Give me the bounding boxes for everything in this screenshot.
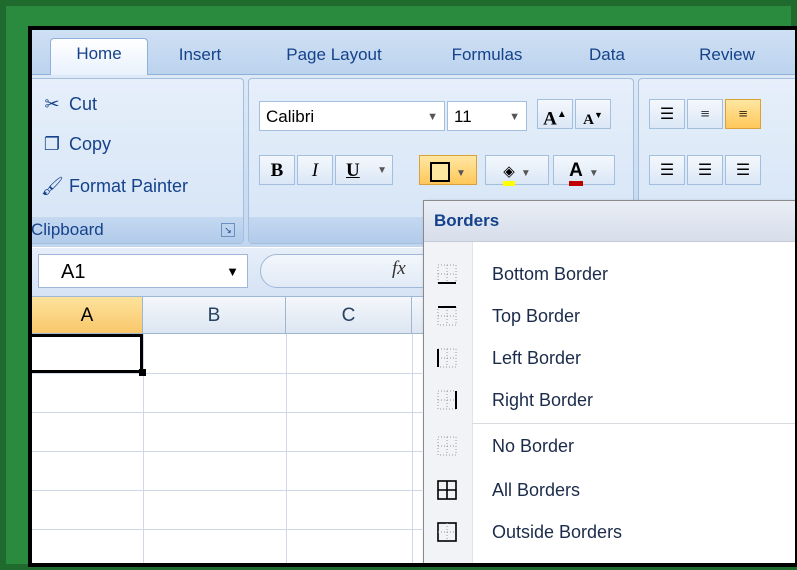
grid-line [32,529,422,530]
clipboard-group: ✂ Cut ❐ Copy 🖌 Format Painter Clipboard ↘ [32,78,244,244]
grid-line [32,373,422,374]
left-border-icon [437,348,457,368]
align-right-button[interactable]: ☰ [725,155,761,185]
cut-label: Cut [69,94,98,114]
align-bottom-button[interactable]: ≡ [725,99,761,129]
chevron-down-icon: ▼ [509,111,520,123]
paintbrush-icon: 🖌 [41,176,64,196]
clipboard-group-label: Clipboard [32,217,243,243]
paint-bucket-icon: ◈ [503,163,515,186]
green-frame: Home Insert Page Layout Formulas Data Re… [6,6,797,567]
top-border-icon [437,306,457,326]
copy-label: Copy [69,134,112,154]
fill-handle[interactable] [139,369,146,376]
grid-line [32,412,422,413]
menu-item-no-border[interactable]: No Border [424,425,795,467]
borders-icon [430,161,451,182]
ribbon-tab-bar: Home Insert Page Layout Formulas Data Re… [32,30,795,75]
format-painter-label: Format Painter [69,176,189,196]
align-top-button[interactable]: ☰ [649,99,685,129]
align-left-icon: ☰ [659,162,675,179]
tab-home[interactable]: Home [50,38,148,75]
align-middle-icon: ≡ [700,106,710,123]
align-center-icon: ☰ [697,162,713,179]
outside-borders-icon [437,522,457,542]
tab-formulas[interactable]: Formulas [432,40,542,70]
font-name-combo[interactable]: Calibri ▼ [259,101,445,131]
clipboard-dialog-launcher-icon[interactable]: ↘ [221,223,235,237]
menu-item-right-border[interactable]: Right Border [424,379,795,421]
menu-item-bottom-border[interactable]: Bottom Border [424,253,795,295]
align-right-icon: ☰ [735,162,751,179]
shrink-font-label: A [583,112,594,128]
menu-item-label: All Borders [492,480,581,500]
align-bottom-icon: ≡ [738,106,748,123]
font-color-button[interactable]: A ▼ [553,155,615,186]
menu-item-label: Left Border [492,348,582,368]
insert-function-icon[interactable]: fx [392,258,406,280]
active-cell-a1[interactable] [32,334,143,373]
font-size-combo[interactable]: 11 ▼ [447,101,527,131]
borders-button[interactable]: ▼ [419,155,477,185]
italic-button[interactable]: I [297,155,333,185]
bottom-border-icon [437,264,457,284]
column-header-c[interactable]: C [286,297,412,334]
align-top-icon: ☰ [659,106,675,123]
tab-insert[interactable]: Insert [160,40,240,70]
menu-item-label: Right Border [492,390,594,410]
name-box[interactable]: A1 ▼ [38,254,248,288]
font-color-label: A [569,160,583,186]
align-center-button[interactable]: ☰ [687,155,723,185]
menu-item-label: Bottom Border [492,264,609,284]
grow-font-button[interactable]: A▲ [537,99,573,129]
underline-label: U [346,160,360,181]
chevron-down-icon: ▼ [226,264,239,279]
copy-icon: ❐ [43,134,61,154]
menu-item-label: Outside Borders [492,522,623,542]
name-box-value: A1 [61,261,86,283]
tab-data[interactable]: Data [572,40,642,70]
shrink-font-button[interactable]: A▼ [575,99,611,129]
menu-separator [472,423,795,424]
column-header-a[interactable]: A [32,297,143,334]
scissors-icon: ✂ [44,94,60,114]
grid-line [32,451,422,452]
font-size-value: 11 [454,107,472,126]
borders-dropdown-menu: Borders Bottom Border Top Border Left Bo… [423,200,795,563]
copy-button[interactable]: ❐ Copy [41,131,111,157]
column-header-b[interactable]: B [143,297,286,334]
menu-item-label: No Border [492,436,575,456]
underline-button[interactable]: U ▼ [335,155,393,185]
menu-item-left-border[interactable]: Left Border [424,337,795,379]
menu-item-all-borders[interactable]: All Borders [424,469,795,511]
font-name-value: Calibri [266,107,315,126]
menu-item-label: Top Border [492,306,581,326]
borders-menu-header: Borders [424,201,795,242]
cut-button[interactable]: ✂ Cut [41,91,97,117]
align-middle-button[interactable]: ≡ [687,99,723,129]
chevron-down-icon: ▼ [427,111,438,123]
grid-line [32,490,422,491]
fill-color-button[interactable]: ◈ ▼ [485,155,549,186]
menu-item-outside-borders[interactable]: Outside Borders [424,511,795,553]
bold-button[interactable]: B [259,155,295,185]
excel-window: Home Insert Page Layout Formulas Data Re… [28,26,797,567]
formula-bar-expander[interactable] [260,254,440,288]
right-border-icon [437,390,457,410]
tab-page-layout[interactable]: Page Layout [264,40,404,70]
align-left-button[interactable]: ☰ [649,155,685,185]
grow-font-label: A [543,108,557,130]
no-border-icon [437,436,457,456]
all-borders-icon [437,480,457,500]
menu-item-top-border[interactable]: Top Border [424,295,795,337]
format-painter-button[interactable]: 🖌 Format Painter [41,173,188,199]
tab-review[interactable]: Review [672,40,782,70]
